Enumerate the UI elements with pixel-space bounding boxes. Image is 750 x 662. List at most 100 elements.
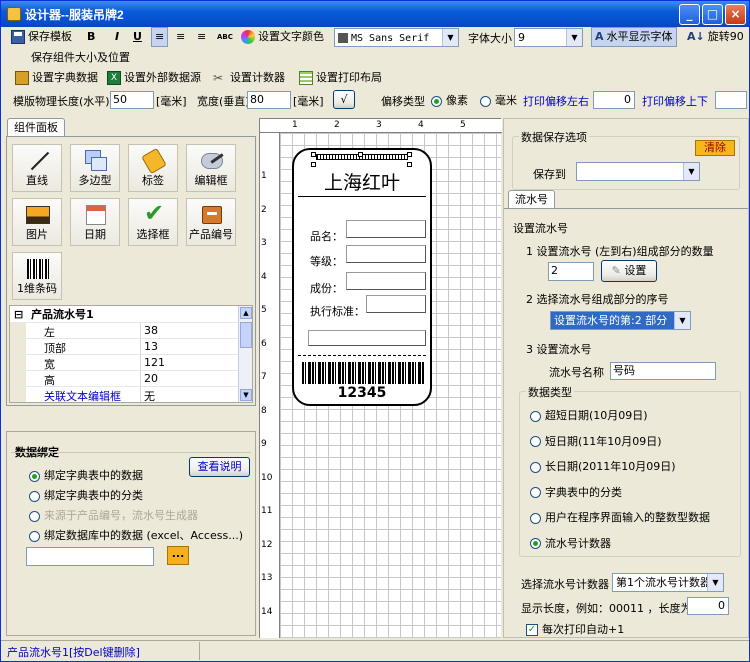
- component-calendar[interactable]: 日期: [70, 198, 120, 246]
- resize-handle[interactable]: [358, 152, 363, 157]
- dict-data-button[interactable]: 设置字典数据: [11, 68, 102, 88]
- property-row[interactable]: 顶部 13: [10, 338, 239, 355]
- collapse-icon[interactable]: ⊟: [14, 308, 23, 321]
- tag-field-box[interactable]: [346, 272, 426, 290]
- property-value[interactable]: 13: [144, 340, 158, 353]
- resize-handle[interactable]: [407, 152, 412, 157]
- minimize-button[interactable]: _: [679, 4, 700, 25]
- chevron-down-icon[interactable]: ▼: [674, 312, 690, 329]
- component-box[interactable]: 产品编号: [186, 198, 236, 246]
- display-length-input[interactable]: 0: [687, 597, 729, 615]
- browse-button[interactable]: ...: [167, 546, 189, 565]
- data-type-radio[interactable]: 长日期(2011年10月09日): [530, 458, 676, 474]
- save-to-select[interactable]: ▼: [576, 162, 700, 181]
- binding-option-radio[interactable]: 绑定数据库中的数据 (excel、Access...): [29, 527, 243, 543]
- font-size-select[interactable]: 9 ▼: [514, 28, 583, 47]
- component-checkmark[interactable]: ✔ 选择框: [128, 198, 178, 246]
- italic-button[interactable]: I: [111, 27, 123, 47]
- resize-handle[interactable]: [311, 152, 316, 157]
- scroll-up-icon[interactable]: ▲: [240, 307, 252, 319]
- property-value[interactable]: 20: [144, 372, 158, 385]
- part-select[interactable]: 设置流水号的第:2 部分 ▼: [550, 311, 691, 330]
- component-line[interactable]: 直线: [12, 144, 62, 192]
- data-type-radio[interactable]: 字典表中的分类: [530, 484, 622, 500]
- data-type-radio[interactable]: 流水号计数器: [530, 535, 611, 551]
- save-component-button[interactable]: 保存组件大小及位置: [27, 48, 134, 68]
- component-barcode[interactable]: 1维条码: [12, 252, 62, 300]
- scroll-thumb[interactable]: [240, 322, 252, 348]
- tab-serial[interactable]: 流水号: [508, 190, 555, 209]
- counter-select[interactable]: 第1个流水号计数器 ▼: [612, 573, 724, 592]
- print-layout-button[interactable]: 设置打印布局: [295, 68, 386, 88]
- data-type-radio[interactable]: 短日期(11年10月09日): [530, 433, 662, 449]
- chevron-down-icon[interactable]: ▼: [566, 29, 582, 46]
- property-row[interactable]: 关联文本编辑框 无: [10, 386, 239, 404]
- resize-handle[interactable]: [407, 162, 412, 167]
- resize-handle[interactable]: [311, 162, 316, 167]
- maximize-button[interactable]: □: [702, 4, 723, 25]
- property-row[interactable]: 左 38: [10, 322, 239, 339]
- underline-button[interactable]: U: [129, 27, 146, 47]
- data-type-radio[interactable]: 超短日期(10月09日): [530, 407, 648, 423]
- height-input[interactable]: 80: [247, 91, 291, 109]
- offset-left-input[interactable]: 0: [593, 91, 635, 109]
- property-row[interactable]: 高 20: [10, 370, 239, 387]
- tag-field-label[interactable]: 品名：: [310, 228, 343, 244]
- property-value[interactable]: 38: [144, 324, 158, 337]
- data-type-radio[interactable]: 用户在程序界面输入的整数型数据: [530, 509, 710, 525]
- component-image[interactable]: 图片: [12, 198, 62, 246]
- chevron-down-icon[interactable]: ▼: [442, 29, 458, 46]
- align-left-button[interactable]: ≡: [151, 27, 169, 47]
- width-input[interactable]: 50: [110, 91, 154, 109]
- rotate-button[interactable]: A↓ 旋转90: [683, 27, 748, 47]
- property-value[interactable]: 无: [144, 388, 155, 404]
- offset-top-input[interactable]: [715, 91, 747, 109]
- dashed-line[interactable]: [298, 355, 426, 356]
- horizontal-font-button[interactable]: A 水平显示字体: [591, 27, 677, 47]
- binding-option-radio[interactable]: 绑定字典表中的数据: [29, 467, 143, 483]
- chevron-down-icon[interactable]: ▼: [707, 574, 723, 591]
- tag-field-box[interactable]: [346, 220, 426, 238]
- align-right-button[interactable]: ≡: [193, 27, 210, 47]
- tab-component-panel[interactable]: 组件面板: [7, 118, 65, 137]
- save-template-button[interactable]: 保存模板: [7, 27, 76, 47]
- tag-field-box[interactable]: [346, 245, 426, 263]
- component-tag[interactable]: 标签: [128, 144, 178, 192]
- close-button[interactable]: ×: [725, 4, 746, 25]
- component-edit-box[interactable]: 编辑框: [186, 144, 236, 192]
- binding-option-radio[interactable]: 绑定字典表中的分类: [29, 487, 143, 503]
- tag-field-label[interactable]: 执行标准：: [310, 303, 365, 319]
- barcode-number[interactable]: 12345: [294, 385, 430, 401]
- tag-outline[interactable]: 上海红叶 品名： 等级： 成份： 执行标准： 12345: [292, 148, 432, 406]
- external-data-button[interactable]: X 设置外部数据源: [103, 68, 205, 88]
- auto-increment-checkbox[interactable]: ✓ 每次打印自动+1: [526, 621, 624, 637]
- property-row[interactable]: 宽 121: [10, 354, 239, 371]
- bold-button[interactable]: B: [83, 27, 99, 47]
- serial-name-input[interactable]: 号码: [610, 362, 716, 380]
- barcode-bars[interactable]: [302, 362, 424, 384]
- help-button[interactable]: 查看说明: [189, 457, 250, 477]
- clear-button[interactable]: 清除: [695, 140, 735, 156]
- font-name-select[interactable]: MS Sans Serif ▼: [334, 28, 459, 47]
- blank-edit-box[interactable]: [308, 330, 426, 346]
- offset-pixel-radio[interactable]: 像素: [431, 92, 468, 108]
- property-scrollbar[interactable]: ▲ ▼: [238, 306, 252, 402]
- label-canvas[interactable]: 上海红叶 品名： 等级： 成份： 执行标准： 12345: [280, 133, 501, 638]
- abc-button[interactable]: ABC: [213, 27, 237, 47]
- counter-button[interactable]: ✂ 设置计数器: [209, 68, 289, 88]
- apply-size-button[interactable]: √: [333, 90, 355, 109]
- component-polygon[interactable]: 多边型: [70, 144, 120, 192]
- text-color-button[interactable]: 设置文字颜色: [237, 27, 328, 47]
- brand-text[interactable]: 上海红叶: [294, 168, 430, 195]
- data-path-input[interactable]: [26, 547, 154, 566]
- title-bar[interactable]: 设计器--服装吊牌2 _ □ ×: [1, 1, 749, 27]
- scroll-down-icon[interactable]: ▼: [240, 389, 252, 401]
- divider-line[interactable]: [298, 196, 426, 197]
- chevron-down-icon[interactable]: ▼: [683, 163, 699, 180]
- tag-field-label[interactable]: 等级：: [310, 253, 343, 269]
- offset-mm-radio[interactable]: 毫米: [480, 92, 517, 108]
- set-count-button[interactable]: ✎ 设置: [601, 260, 657, 282]
- tag-field-label[interactable]: 成份：: [310, 280, 343, 296]
- property-group[interactable]: ⊟ 产品流水号1: [10, 306, 240, 322]
- part-count-input[interactable]: 2: [548, 262, 594, 281]
